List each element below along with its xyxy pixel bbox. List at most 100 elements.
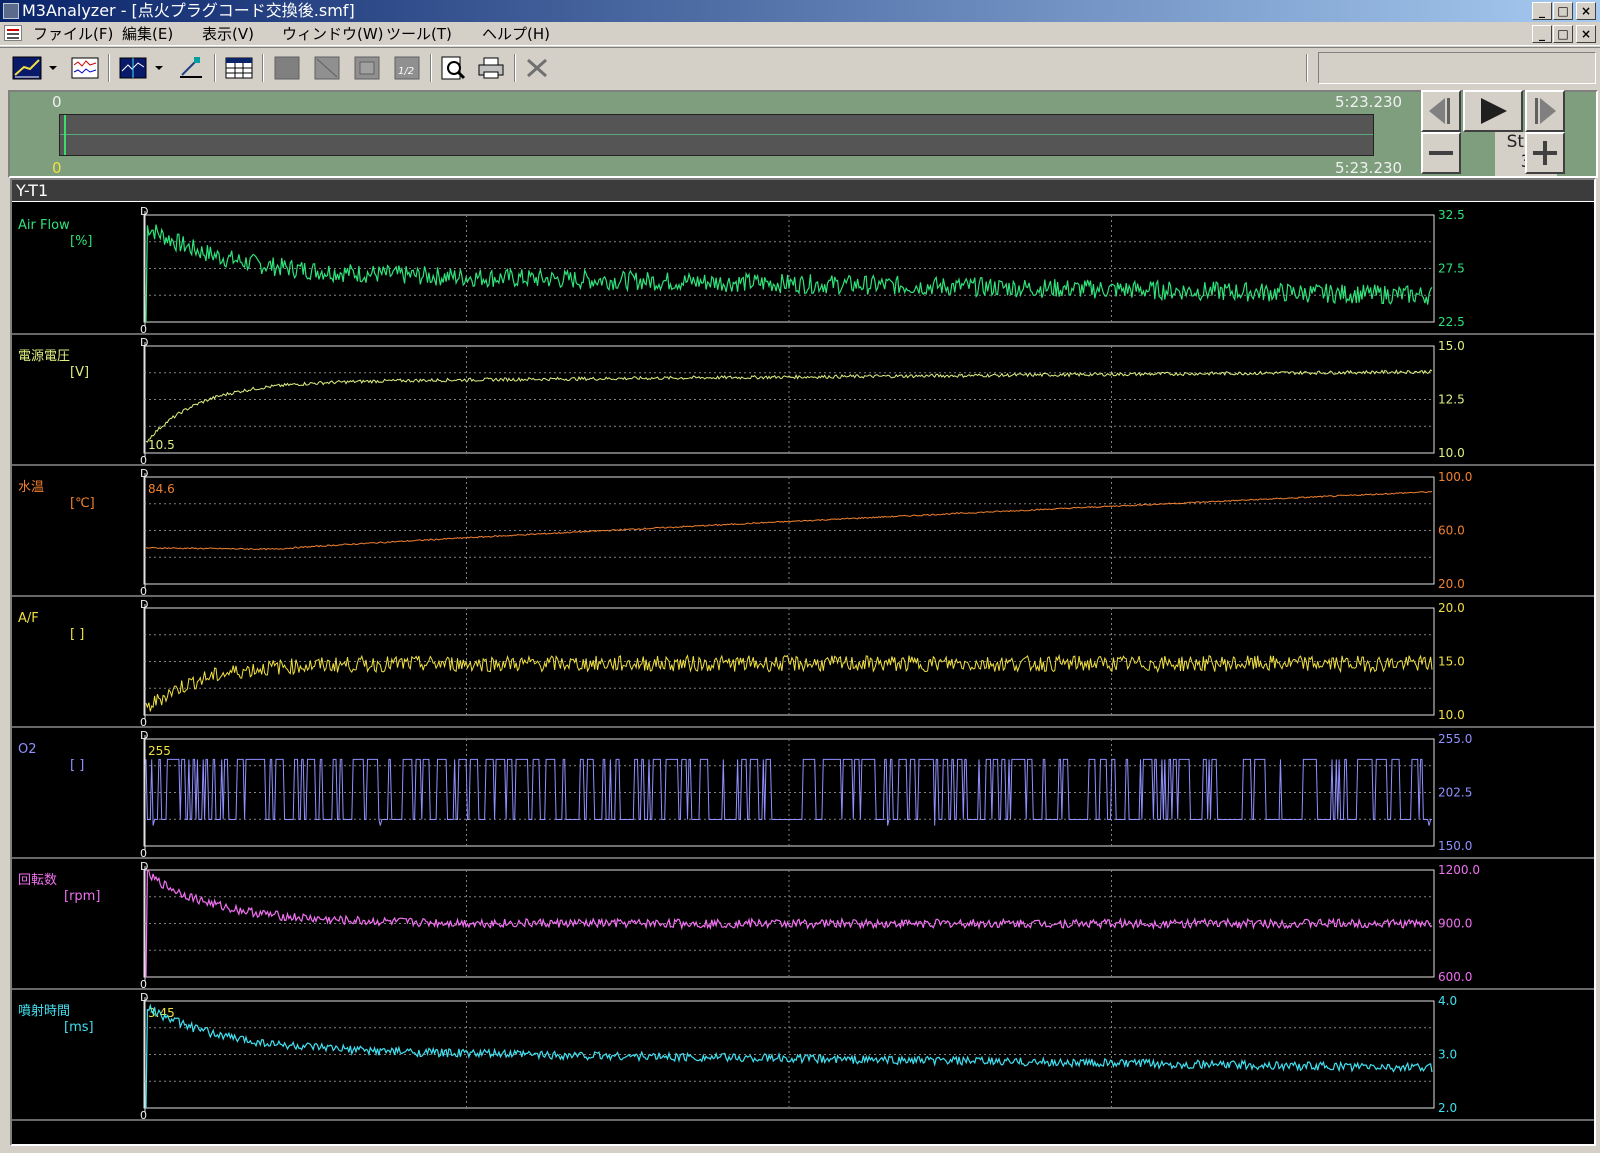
slope-icon[interactable]: [312, 55, 342, 81]
overview-signal: [60, 134, 1373, 135]
chart-4-marker-top: D: [140, 598, 148, 611]
chart-1-unit-label: [%]: [70, 234, 93, 249]
plus-icon: [1533, 141, 1557, 165]
dropdown-icon[interactable]: [46, 55, 60, 81]
step-decrease-button[interactable]: [1421, 132, 1461, 174]
dropdown-icon[interactable]: [152, 55, 166, 81]
chart-3-tick-label: 100.0: [1438, 470, 1472, 484]
menu-file[interactable]: ファイル(F): [33, 24, 113, 44]
chart-2-marker-top: D: [140, 336, 148, 349]
chart-4-tick-label: 10.0: [1438, 708, 1465, 722]
overview-icon[interactable]: [70, 55, 100, 81]
chart-3-marker-top: D: [140, 467, 148, 480]
chart-1-series-line: [145, 224, 1433, 323]
step-increase-button[interactable]: [1525, 132, 1565, 174]
doc-close-button[interactable]: ×: [1576, 25, 1596, 43]
chart-5-name-label: O2: [18, 742, 37, 757]
step-back-icon: [1429, 98, 1450, 124]
toolbar-separator: [430, 54, 432, 82]
chart-5-tick-label: 150.0: [1438, 839, 1472, 853]
status-field: [1318, 52, 1596, 84]
doc-minimize-button[interactable]: _: [1532, 25, 1552, 43]
bottom-strip: [0, 1148, 1600, 1153]
menu-view[interactable]: 表示(V): [202, 24, 254, 44]
chart-3-tick-label: 60.0: [1438, 524, 1465, 538]
svg-text:1/2: 1/2: [398, 66, 414, 77]
toolbar-separator: [514, 54, 516, 82]
menu-window[interactable]: ウィンドウ(W): [282, 24, 384, 44]
cancel-icon[interactable]: [522, 55, 552, 81]
toolbar-separator: [1306, 54, 1308, 82]
chart-6-tick-label: 600.0: [1438, 970, 1472, 984]
chart-6-tick-label: 1200.0: [1438, 863, 1480, 877]
chart-1-marker-top: D: [140, 205, 148, 218]
chart-5-tick-label: 255.0: [1438, 732, 1472, 746]
chart-3-name-label: 水温: [18, 480, 44, 495]
chart-4-tick-label: 20.0: [1438, 601, 1465, 615]
app-icon[interactable]: [3, 3, 19, 19]
play-button[interactable]: [1463, 90, 1523, 132]
play-icon: [1481, 98, 1507, 124]
chart-5-value-label: 255: [148, 744, 171, 758]
close-button[interactable]: ×: [1576, 2, 1596, 20]
chart-5-tick-label: 202.5: [1438, 786, 1472, 800]
chart-4-unit-label: [ ]: [70, 627, 84, 642]
menu-tools[interactable]: ツール(T): [386, 24, 452, 44]
menu-help[interactable]: ヘルプ(H): [482, 24, 550, 44]
measure-icon[interactable]: [176, 55, 206, 81]
toolbar-separator: [262, 54, 264, 82]
overview-track[interactable]: [59, 114, 1374, 156]
chart-2-name-label: 電源電圧: [18, 349, 70, 364]
overview-start-top: 0: [52, 93, 62, 111]
step-back-button[interactable]: [1421, 90, 1461, 132]
chart-7-name-label: 噴射時間: [18, 1003, 70, 1019]
chart-2-value-label: 10.5: [148, 438, 175, 452]
menu-bar: ファイル(F) 編集(E) 表示(V) ウィンドウ(W) ツール(T) ヘルプ(…: [0, 22, 1600, 46]
charts-canvas[interactable]: Air Flow[%]D032.527.522.5電源電圧[V]D015.012…: [12, 180, 1594, 1144]
chart-7-tick-label: 3.0: [1438, 1048, 1457, 1062]
m3analyzer-window: M3Analyzer - [点火プラグコード交換後.smf] _ □ × ファイ…: [0, 0, 1600, 1153]
document-icon[interactable]: [4, 25, 22, 41]
minimize-button[interactable]: _: [1532, 2, 1552, 20]
cursor-icon[interactable]: [118, 55, 148, 81]
chart-5-unit-label: [ ]: [70, 758, 84, 773]
chart-5-marker-top: D: [140, 729, 148, 742]
print-icon[interactable]: [476, 55, 506, 81]
menu-edit[interactable]: 編集(E): [122, 24, 173, 44]
doc-restore-button[interactable]: □: [1553, 25, 1573, 43]
chart-3-value-label: 84.6: [148, 482, 175, 496]
chart-7-marker-top: D: [140, 991, 148, 1004]
restore-button[interactable]: □: [1553, 2, 1573, 20]
square-icon[interactable]: [272, 55, 302, 81]
chart-2-tick-label: 12.5: [1438, 393, 1465, 407]
window-title: M3Analyzer - [点火プラグコード交換後.smf]: [22, 1, 355, 20]
chart-6-tick-label: 900.0: [1438, 917, 1472, 931]
chart-4-name-label: A/F: [18, 611, 39, 626]
chart-6-name-label: 回転数: [18, 873, 57, 888]
zoom-text-icon[interactable]: 1/2: [392, 55, 422, 81]
chart-window: Y-T1 Air Flow [%] D 0 32.5 27.5 22.5 電源電圧 [V] D 0 1…: [10, 178, 1596, 1146]
graph-type-icon[interactable]: [12, 55, 42, 81]
chart-6-unit-label: [rpm]: [64, 889, 100, 904]
preview-icon[interactable]: [438, 55, 468, 81]
toolbar-separator: [214, 54, 216, 82]
overview-cursor[interactable]: [64, 115, 66, 155]
chart-1-name-label: Air Flow: [18, 218, 70, 233]
toolbar: 1/2: [0, 47, 1600, 87]
toolbar-separator: [108, 54, 110, 82]
table-icon[interactable]: [224, 55, 254, 81]
title-bar: M3Analyzer - [点火プラグコード交換後.smf] _ □ ×: [0, 0, 1600, 22]
chart-1-tick-label: 22.5: [1438, 315, 1465, 329]
overview-end-top: 5:23.230: [1335, 93, 1403, 111]
chart-2-tick-label: 10.0: [1438, 446, 1465, 460]
chart-2-unit-label: [V]: [70, 365, 89, 380]
chart-7-value-label: 3.45: [148, 1006, 175, 1020]
chart-2-tick-label: 15.0: [1438, 339, 1465, 353]
overview-end-bottom: 5:23.230: [1335, 159, 1403, 177]
chart-1-tick-label: 27.5: [1438, 262, 1465, 276]
chart-3-tick-label: 20.0: [1438, 577, 1465, 591]
frame-icon[interactable]: [352, 55, 382, 81]
step-forward-button[interactable]: [1525, 90, 1565, 132]
step-forward-icon: [1535, 98, 1556, 124]
overview-panel: 0 5:23.230 0 5:23.230: [8, 90, 1598, 178]
